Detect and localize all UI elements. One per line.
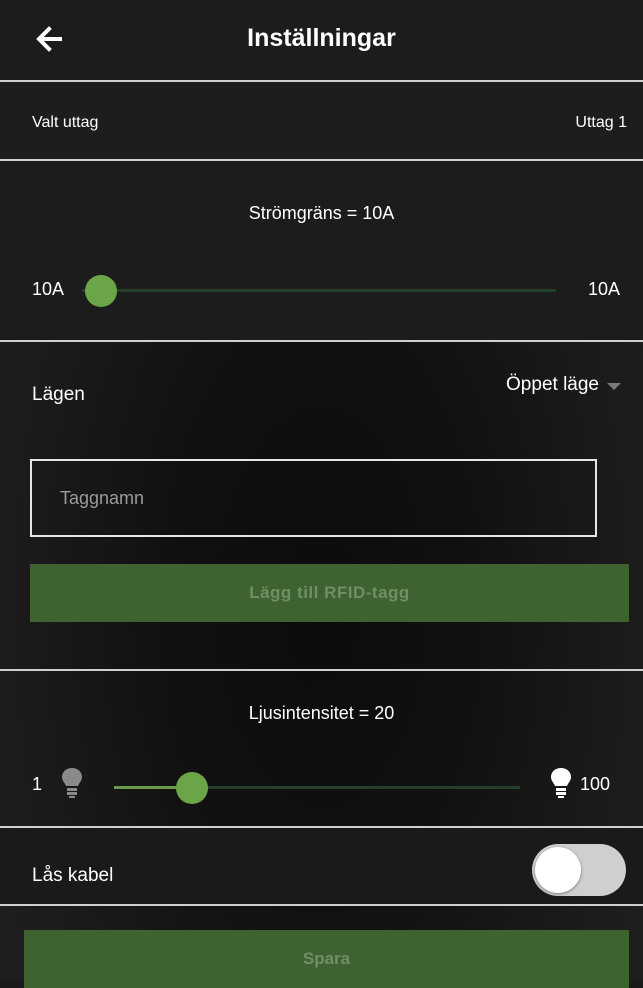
lightbulb-dim-icon	[60, 766, 84, 805]
lightbulb-icon	[549, 766, 573, 805]
toggle-knob	[535, 847, 581, 893]
divider	[0, 669, 643, 671]
save-button[interactable]: Spara	[24, 930, 629, 988]
light-intensity-title: Ljusintensitet = 20	[248, 703, 395, 723]
outlet-label: Valt uttag	[32, 114, 99, 131]
light-min-label: 1	[32, 774, 43, 794]
lock-cable-toggle[interactable]	[532, 844, 626, 896]
current-min-label: 10A	[32, 279, 65, 299]
current-limit-section: Strömgräns = 10A 10A 10A	[0, 161, 643, 340]
app-header: Inställningar	[0, 0, 643, 80]
mode-selected-value: Öppet läge	[506, 374, 599, 395]
divider	[0, 340, 643, 342]
current-slider-thumb[interactable]	[85, 275, 117, 307]
divider	[0, 159, 643, 161]
light-slider-thumb[interactable]	[175, 772, 208, 804]
divider	[0, 826, 643, 828]
lock-cable-label: Lås kabel	[32, 865, 114, 886]
lock-cable-row: Lås kabel	[0, 828, 643, 904]
mode-label: Lägen	[32, 384, 85, 405]
current-max-label: 10A	[587, 279, 620, 299]
outlet-value: Uttag 1	[575, 114, 627, 131]
outlet-row[interactable]: Valt uttag Uttag 1	[0, 82, 643, 159]
current-slider-track[interactable]	[82, 289, 556, 292]
add-rfid-tag-button[interactable]: Lägg till RFID-tagg	[30, 564, 629, 622]
light-max-label: 100	[580, 774, 611, 794]
caret-down-icon	[607, 382, 621, 390]
mode-select[interactable]: Öppet läge	[506, 374, 621, 396]
current-limit-title: Strömgräns = 10A	[248, 203, 395, 223]
tag-name-input[interactable]	[30, 459, 597, 537]
divider	[0, 80, 643, 82]
page-title: Inställningar	[247, 24, 396, 52]
divider	[0, 904, 643, 906]
